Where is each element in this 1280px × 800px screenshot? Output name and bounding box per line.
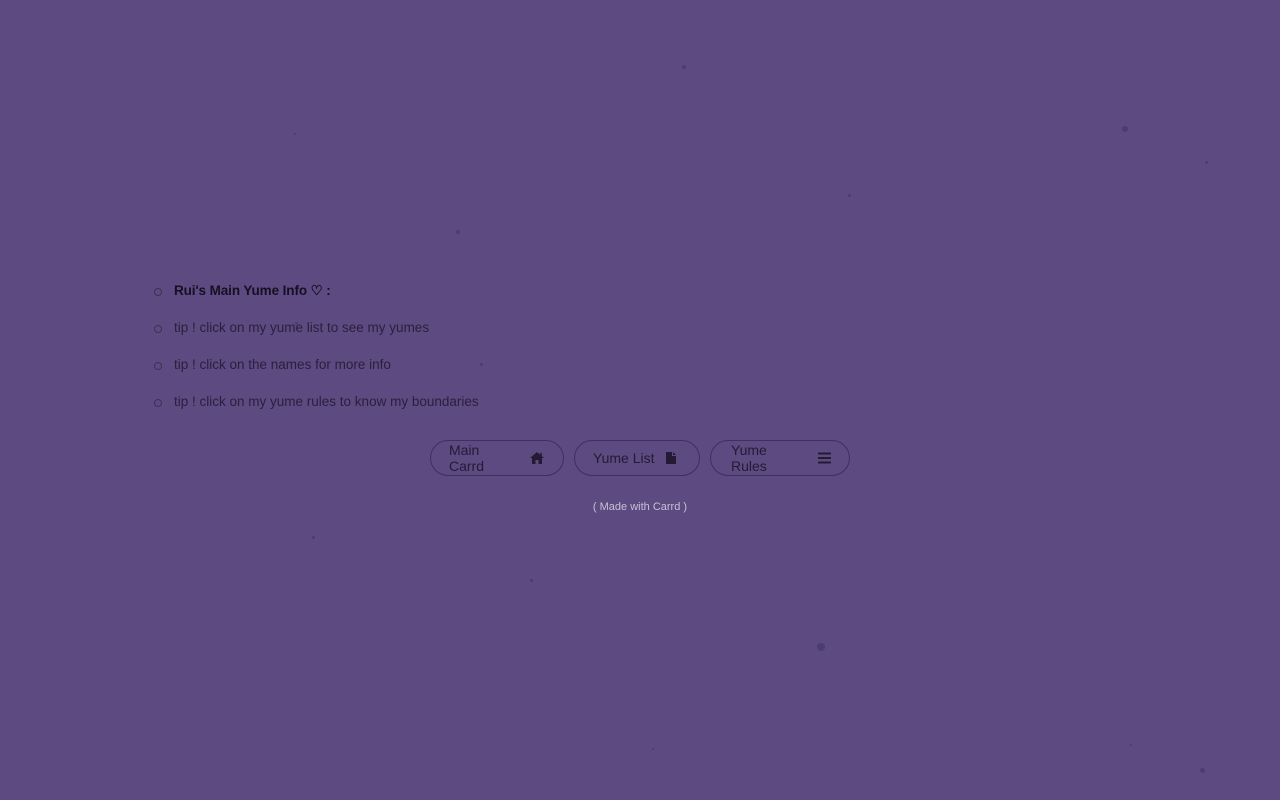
nav-buttons: Main Carrd Yume List Yume Rules — [0, 440, 1280, 476]
yume-rules-button[interactable]: Yume Rules — [710, 440, 850, 476]
main-carrd-button[interactable]: Main Carrd — [430, 440, 564, 476]
circle-bullet-icon — [154, 288, 162, 296]
yume-list-button[interactable]: Yume List — [574, 440, 700, 476]
made-with-carrd-link[interactable]: ( Made with Carrd ) — [0, 501, 1280, 513]
document-icon — [666, 452, 677, 464]
main-carrd-label: Main Carrd — [449, 442, 485, 474]
tip-names: tip ! click on the names for more info — [174, 357, 391, 372]
yume-rules-label: Yume Rules — [731, 442, 767, 474]
list-item: tip ! click on the names for more info — [154, 355, 479, 392]
list-item: tip ! click on my yume list to see my yu… — [154, 318, 479, 355]
circle-bullet-icon — [154, 399, 162, 407]
list-item-title: Rui's Main Yume Info ♡ : — [154, 281, 479, 318]
tip-yume-rules: tip ! click on my yume rules to know my … — [174, 394, 479, 409]
yume-list-label: Yume List — [593, 450, 655, 466]
yume-info-list: Rui's Main Yume Info ♡ : tip ! click on … — [154, 281, 479, 429]
list-item: tip ! click on my yume rules to know my … — [154, 392, 479, 429]
circle-bullet-icon — [154, 325, 162, 333]
page: Rui's Main Yume Info ♡ : tip ! click on … — [0, 0, 1280, 800]
info-title: Rui's Main Yume Info ♡ : — [174, 283, 331, 298]
menu-icon — [818, 452, 831, 464]
circle-bullet-icon — [154, 362, 162, 370]
tip-yume-list: tip ! click on my yume list to see my yu… — [174, 320, 430, 335]
home-icon — [529, 451, 545, 465]
